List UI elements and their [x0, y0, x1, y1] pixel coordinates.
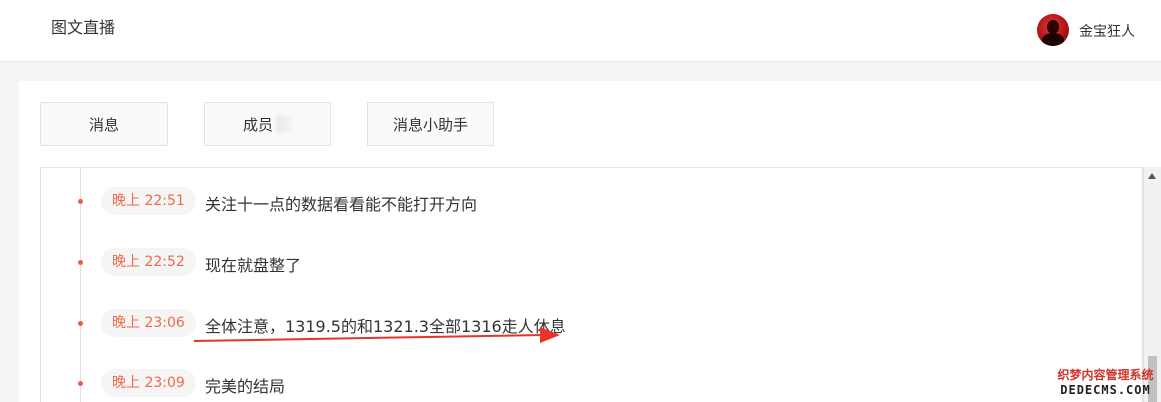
blurred-count — [276, 115, 292, 133]
site-watermark: 织梦内容管理系统 DEDECMS.COM — [1050, 367, 1161, 402]
live-feed: 晚上 22:51 关注十一点的数据看看能不能打开方向 晚上 22:52 现在就盘… — [40, 167, 1143, 402]
tab-members-label: 成员 — [242, 115, 273, 134]
main-panel: 消息 成员 消息小助手 晚上 22:51 关注十一点的数据看看能不能打开方向 晚… — [19, 81, 1161, 402]
time-badge: 晚上 22:52 — [101, 248, 196, 276]
user-avatar[interactable] — [1037, 14, 1069, 46]
list-item: 晚上 23:09 完美的结局 — [41, 368, 1121, 398]
tab-message-assistant[interactable]: 消息小助手 — [367, 102, 494, 146]
list-item: 晚上 22:52 现在就盘整了 — [41, 247, 1121, 277]
list-item: 晚上 22:51 关注十一点的数据看看能不能打开方向 — [41, 186, 1121, 216]
time-badge: 晚上 23:09 — [101, 369, 196, 397]
tab-members[interactable]: 成员 — [204, 102, 331, 146]
page-title: 图文直播 — [51, 18, 116, 37]
scroll-up-arrow-icon[interactable] — [1148, 173, 1156, 179]
message-text: 全体注意，1319.5的和1321.3全部1316走人休息 — [205, 317, 566, 336]
tab-messages-label: 消息 — [88, 115, 119, 134]
timeline-dot — [78, 199, 83, 204]
watermark-line1: 织梦内容管理系统 — [1057, 368, 1154, 382]
time-badge: 晚上 23:06 — [101, 309, 196, 337]
watermark-line2: DEDECMS.COM — [1060, 383, 1151, 397]
tab-messages[interactable]: 消息 — [40, 102, 168, 146]
timeline-dot — [78, 321, 83, 326]
username-label[interactable]: 金宝狂人 — [1079, 21, 1135, 41]
timeline-dot — [78, 260, 83, 265]
list-item: 晚上 23:06 全体注意，1319.5的和1321.3全部1316走人休息 — [41, 308, 1121, 338]
tab-message-assistant-label: 消息小助手 — [392, 115, 468, 134]
message-text: 关注十一点的数据看看能不能打开方向 — [205, 195, 478, 214]
time-badge: 晚上 22:51 — [101, 187, 196, 215]
timeline-dot — [78, 381, 83, 386]
message-text: 现在就盘整了 — [205, 256, 302, 275]
top-bar: 图文直播 金宝狂人 — [0, 0, 1161, 62]
message-text: 完美的结局 — [205, 377, 286, 396]
